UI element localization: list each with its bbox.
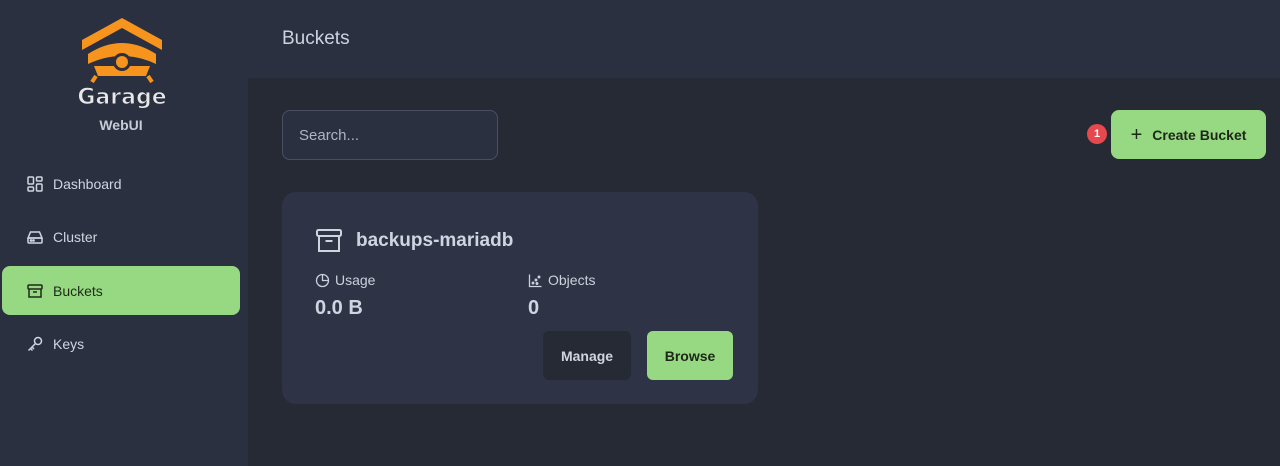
objects-value: 0 — [528, 297, 540, 319]
sidebar-item-buckets[interactable]: Buckets — [2, 266, 240, 315]
sidebar-item-label: Dashboard — [53, 175, 122, 192]
garage-logo: Garage — [76, 14, 168, 111]
key-icon — [26, 335, 44, 353]
create-bucket-label: Create Bucket — [1152, 126, 1247, 143]
app-subtitle: WebUI — [99, 117, 143, 133]
bucket-card: backups-mariadb Usage 0.0 B Objects 0 Ma… — [282, 192, 758, 404]
create-bucket-button[interactable]: + Create Bucket — [1111, 110, 1266, 159]
usage-label: Usage — [315, 272, 375, 288]
bucket-name: backups-mariadb — [356, 230, 514, 251]
scatter-chart-icon — [528, 273, 543, 288]
sidebar-item-cluster[interactable]: Cluster — [2, 212, 240, 261]
sidebar-item-keys[interactable]: Keys — [2, 319, 240, 368]
manage-button[interactable]: Manage — [543, 331, 631, 380]
pie-chart-icon — [315, 273, 330, 288]
bucket-title: backups-mariadb — [315, 228, 513, 254]
svg-text:Garage: Garage — [77, 85, 166, 110]
objects-label: Objects — [528, 272, 595, 288]
archive-icon — [315, 228, 343, 254]
search-input[interactable] — [282, 110, 498, 160]
page-title: Buckets — [282, 28, 350, 49]
sidebar: Garage WebUI Dashboard Cluster Buckets K… — [0, 0, 248, 466]
browse-button[interactable]: Browse — [647, 331, 733, 380]
dashboard-icon — [26, 175, 44, 193]
notification-badge: 1 — [1087, 124, 1107, 144]
top-header: Buckets — [248, 0, 1280, 78]
sidebar-item-label: Keys — [53, 335, 85, 352]
server-icon — [26, 228, 44, 246]
sidebar-item-dashboard[interactable]: Dashboard — [2, 159, 240, 208]
archive-icon — [26, 282, 44, 300]
plus-icon: + — [1130, 123, 1143, 146]
sidebar-item-label: Buckets — [53, 282, 103, 299]
usage-value: 0.0 B — [315, 297, 363, 319]
sidebar-item-label: Cluster — [53, 228, 98, 245]
